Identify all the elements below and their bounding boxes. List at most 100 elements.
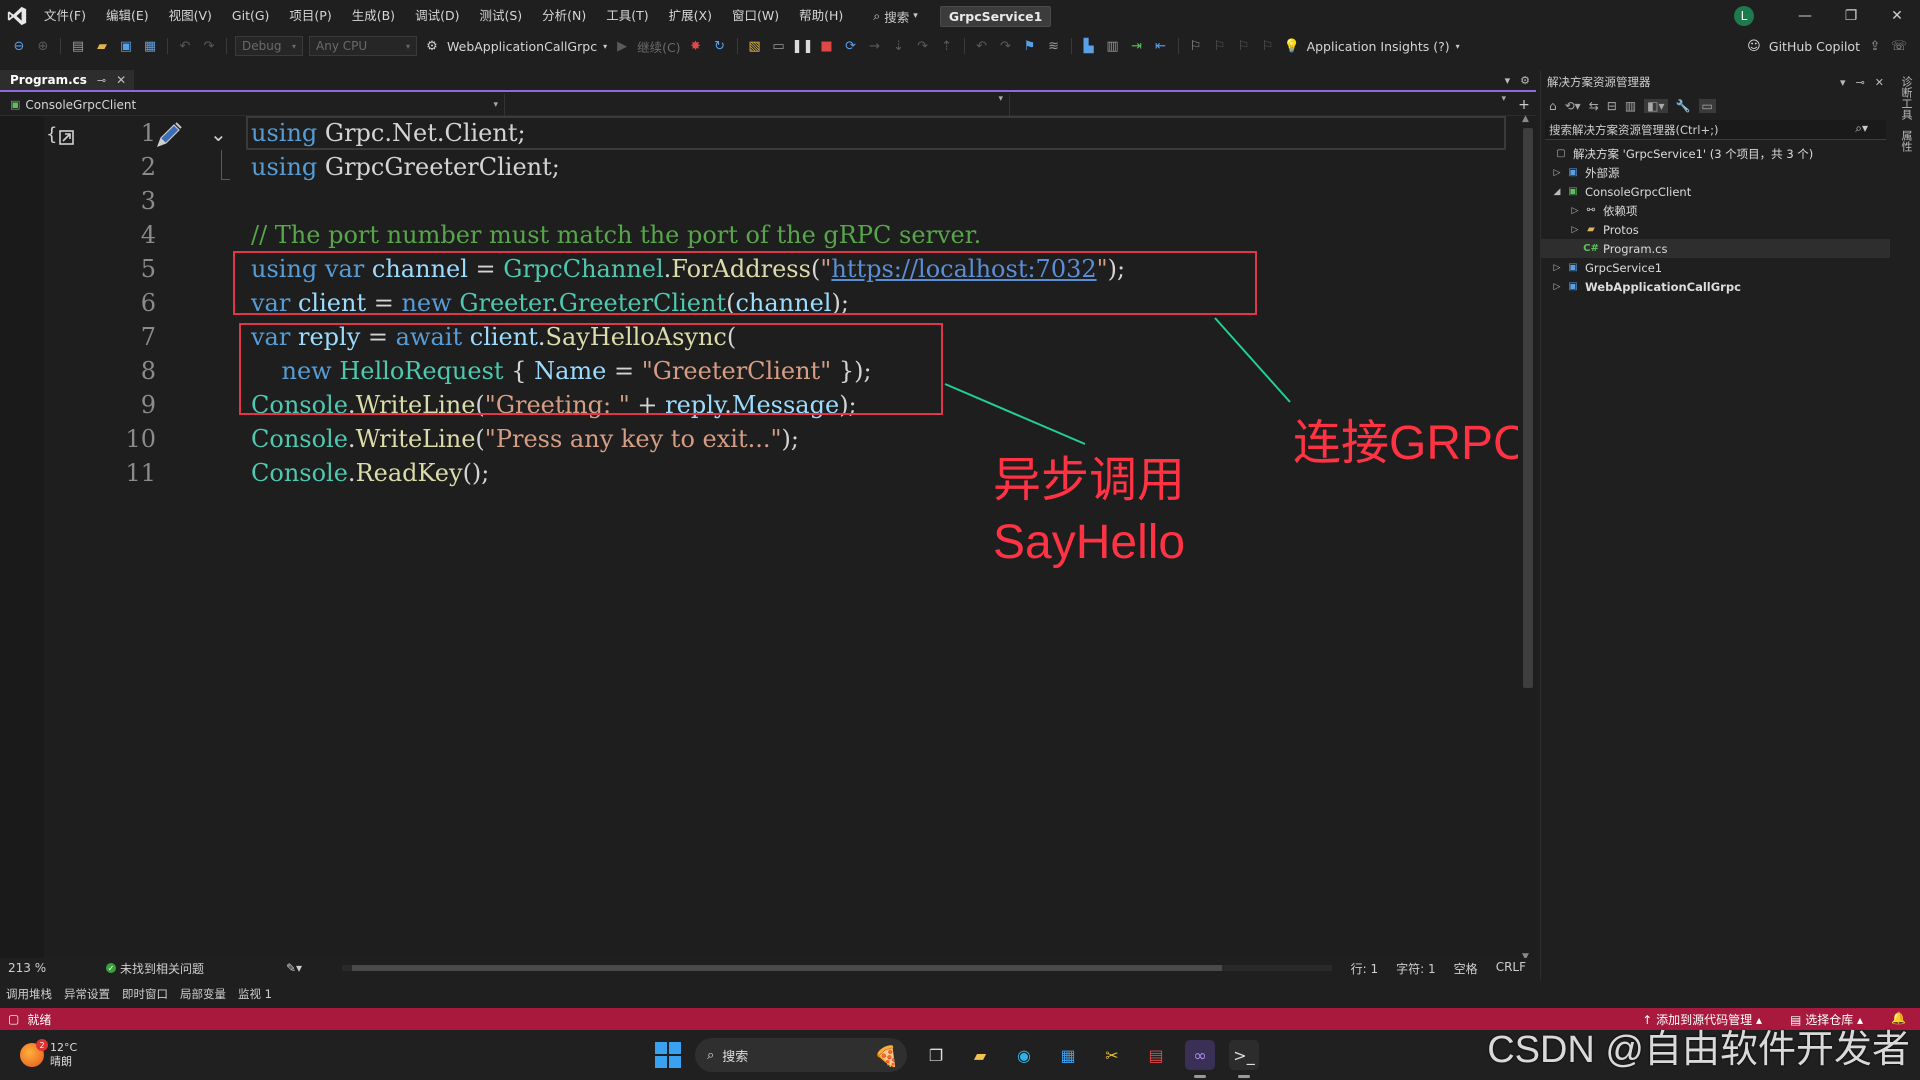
step-back-icon[interactable]: ↶ xyxy=(973,37,991,55)
code-cleanup-icon[interactable]: ✎▾ xyxy=(286,961,302,975)
menu-help[interactable]: 帮助(H) xyxy=(789,0,853,32)
member-dropdown[interactable]: ▾ xyxy=(1010,94,1512,116)
next-bookmark-icon[interactable]: ⚐ xyxy=(1235,37,1253,55)
continue-button[interactable]: 继续(C) xyxy=(637,37,680,56)
menu-debug[interactable]: 调试(D) xyxy=(405,0,469,32)
menu-project[interactable]: 项目(P) xyxy=(279,0,341,32)
indent-icon[interactable]: ⇥ xyxy=(1128,37,1146,55)
startup-project-dropdown[interactable]: WebApplicationCallGrpc xyxy=(447,39,597,54)
pin-icon[interactable]: ⊸ xyxy=(1856,76,1865,89)
taskbar-search[interactable]: ⌕ 搜索 🍕 xyxy=(695,1038,907,1072)
chevron-down-icon[interactable]: ▾ xyxy=(1840,76,1846,89)
weather-widget[interactable]: 2 12°C 晴朗 xyxy=(0,1039,200,1069)
restart-icon[interactable]: ↻ xyxy=(711,37,729,55)
file-explorer-icon[interactable]: ▰ xyxy=(965,1040,995,1070)
app-red-icon[interactable]: ▤ xyxy=(1141,1040,1171,1070)
open-folder-icon[interactable]: ▰ xyxy=(93,37,111,55)
save-icon[interactable]: ▣ xyxy=(117,37,135,55)
tree-item-program-cs[interactable]: C# Program.cs xyxy=(1541,239,1890,258)
visual-studio-taskbar-icon[interactable]: ∞ xyxy=(1185,1040,1215,1078)
restart-debug-icon[interactable]: ⟳ xyxy=(842,37,860,55)
menu-test[interactable]: 测试(S) xyxy=(469,0,532,32)
menu-window[interactable]: 窗口(W) xyxy=(722,0,789,32)
undo-icon[interactable]: ↶ xyxy=(176,37,194,55)
close-window-button[interactable]: ✕ xyxy=(1874,0,1920,32)
preview-icon[interactable]: ▭ xyxy=(1698,99,1716,113)
restore-button[interactable]: ❐ xyxy=(1828,0,1874,32)
edge-browser-icon[interactable]: ◉ xyxy=(1009,1040,1039,1070)
diagnostics-icon[interactable]: ⚑ xyxy=(1021,37,1039,55)
column-indicator[interactable]: 字符: 1 xyxy=(1396,960,1436,977)
thread-icon[interactable]: ≋ xyxy=(1045,37,1063,55)
tab-locals[interactable]: 局部变量 xyxy=(180,986,226,1002)
chevron-right-icon[interactable]: ▷ xyxy=(1569,206,1581,216)
minimize-button[interactable]: — xyxy=(1782,0,1828,32)
tab-exception-settings[interactable]: 异常设置 xyxy=(64,986,110,1002)
solution-explorer-search[interactable]: 搜索解决方案资源管理器(Ctrl+;) ⌕▾ xyxy=(1545,120,1886,140)
collapse-all-icon[interactable]: ⊟ xyxy=(1607,99,1617,113)
save-all-icon[interactable]: ▦ xyxy=(141,37,159,55)
scroll-up-icon[interactable]: ▲ xyxy=(1522,114,1529,124)
microsoft-store-icon[interactable]: ▦ xyxy=(1053,1040,1083,1070)
snipping-tool-icon[interactable]: ✂ xyxy=(1097,1040,1127,1070)
chevron-down-icon[interactable]: ◢ xyxy=(1551,187,1563,197)
configuration-dropdown[interactable]: Debug ▾ xyxy=(235,36,303,56)
redo-icon[interactable]: ↷ xyxy=(200,37,218,55)
browser-link-icon[interactable]: ▧ xyxy=(746,37,764,55)
hot-reload-icon[interactable]: ✸ xyxy=(687,37,705,55)
line-ending-indicator[interactable]: CRLF xyxy=(1496,960,1526,977)
side-tab-properties[interactable]: 属性 xyxy=(1898,130,1914,152)
tree-solution-root[interactable]: ▢ 解决方案 'GrpcService1' (3 个项目，共 3 个) xyxy=(1541,144,1890,163)
tree-item-web-application-call-grpc[interactable]: ▷ ▣ WebApplicationCallGrpc xyxy=(1541,277,1890,296)
type-dropdown[interactable]: ▾ xyxy=(505,93,1010,116)
stop-icon[interactable]: ■ xyxy=(818,37,836,55)
comment-icon[interactable]: ▙ xyxy=(1080,37,1098,55)
tab-immediate-window[interactable]: 即时窗口 xyxy=(122,986,168,1002)
new-project-icon[interactable]: ▤ xyxy=(69,37,87,55)
share-icon[interactable]: ⇪ xyxy=(1866,37,1884,55)
menu-analyze[interactable]: 分析(N) xyxy=(532,0,596,32)
line-indicator[interactable]: 行: 1 xyxy=(1351,960,1379,977)
search-icon[interactable]: ⌕▾ xyxy=(1855,121,1868,136)
pin-icon[interactable]: ⊸ xyxy=(97,74,106,87)
terminal-icon[interactable]: >_ xyxy=(1229,1040,1259,1078)
menu-extensions[interactable]: 扩展(X) xyxy=(659,0,722,32)
edit-pencil-icon[interactable] xyxy=(154,120,184,150)
menu-build[interactable]: 生成(B) xyxy=(342,0,405,32)
vertical-scrollbar[interactable]: ▲ ▼ xyxy=(1518,114,1536,962)
zoom-level-dropdown[interactable]: 213 % xyxy=(0,961,70,975)
uncomment-icon[interactable]: ▥ xyxy=(1104,37,1122,55)
pending-changes-icon[interactable]: ◧▾ xyxy=(1644,99,1668,113)
feature-search-button[interactable]: ⌕ 搜索 ▾ xyxy=(867,7,924,26)
gear-icon[interactable]: ⚙ xyxy=(1520,74,1530,87)
step-into-icon[interactable]: ⇣ xyxy=(890,37,908,55)
properties-wrench-icon[interactable]: 🔧 xyxy=(1676,99,1691,113)
start-button-windows-icon[interactable] xyxy=(655,1042,681,1068)
task-view-icon[interactable]: ❐ xyxy=(921,1040,951,1070)
menu-git[interactable]: Git(G) xyxy=(222,0,280,32)
menu-tools[interactable]: 工具(T) xyxy=(596,0,658,32)
show-all-files-icon[interactable]: ▥ xyxy=(1625,99,1636,113)
close-tab-icon[interactable]: ✕ xyxy=(116,73,126,87)
chevron-right-icon[interactable]: ▷ xyxy=(1551,263,1563,273)
tree-item-dependencies[interactable]: ▷ ⚯ 依赖项 xyxy=(1541,201,1890,220)
home-icon[interactable]: ⌂ xyxy=(1549,99,1557,113)
tab-call-stack[interactable]: 调用堆栈 xyxy=(6,986,52,1002)
tab-program-cs[interactable]: Program.cs ⊸ ✕ xyxy=(0,70,135,90)
tree-item-console-grpc-client[interactable]: ◢ ▣ ConsoleGrpcClient xyxy=(1541,182,1890,201)
prev-bookmark-icon[interactable]: ⚐ xyxy=(1211,37,1229,55)
show-next-statement-icon[interactable]: → xyxy=(866,37,884,55)
step-over-icon[interactable]: ↷ xyxy=(914,37,932,55)
step-out-icon[interactable]: ⇡ xyxy=(938,37,956,55)
pause-icon[interactable]: ❚❚ xyxy=(792,37,814,55)
side-tab-diagnostic-tools[interactable]: 诊断工具 xyxy=(1898,76,1914,120)
screen-icon[interactable]: ▭ xyxy=(770,37,788,55)
horizontal-scrollbar[interactable] xyxy=(342,965,1333,971)
clear-bookmarks-icon[interactable]: ⚐ xyxy=(1259,37,1277,55)
close-icon[interactable]: ✕ xyxy=(1875,76,1884,89)
menu-view[interactable]: 视图(V) xyxy=(159,0,222,32)
tree-item-protos[interactable]: ▷ ▰ Protos xyxy=(1541,220,1890,239)
github-copilot-button[interactable]: GitHub Copilot xyxy=(1769,39,1860,54)
chevron-right-icon[interactable]: ▷ xyxy=(1569,225,1581,235)
bookmark-icon[interactable]: ⚐ xyxy=(1187,37,1205,55)
